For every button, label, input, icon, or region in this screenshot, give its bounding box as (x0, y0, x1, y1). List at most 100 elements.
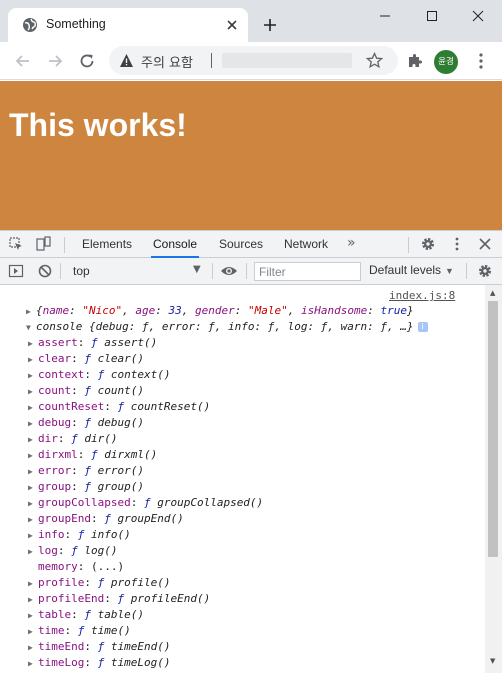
colon: : (57, 432, 72, 445)
sidebar-toggle-icon[interactable] (8, 263, 24, 279)
address-bar[interactable]: 주의 요함 (109, 46, 398, 75)
extensions-puzzle-icon[interactable] (406, 52, 424, 70)
back-arrow-icon[interactable] (14, 52, 32, 70)
live-expression-eye-icon[interactable] (220, 263, 238, 279)
console-property-row[interactable]: ▶ groupEnd: ƒ groupEnd() (28, 511, 184, 527)
filter-input[interactable] (254, 262, 361, 281)
forward-arrow-icon[interactable] (46, 52, 64, 70)
function-glyph-icon: ƒ (97, 640, 111, 653)
collapse-triangle-icon[interactable]: ▼ (26, 320, 36, 336)
property-value[interactable]: (...) (91, 560, 124, 573)
console-scrollbar[interactable]: ▲ ▼ (485, 285, 502, 673)
console-property-row[interactable]: ▶ group: ƒ group() (28, 479, 144, 495)
expand-triangle-icon[interactable]: ▶ (28, 544, 38, 560)
colon: : (84, 640, 98, 653)
expand-triangle-icon[interactable]: ▶ (28, 656, 38, 672)
warning-icon[interactable] (119, 53, 134, 68)
tab-elements[interactable]: Elements (80, 231, 134, 258)
browser-tab[interactable]: Something (8, 8, 248, 42)
maximize-icon[interactable] (420, 6, 444, 26)
url-redacted[interactable] (222, 53, 352, 68)
expand-triangle-icon[interactable]: ▶ (28, 416, 38, 432)
devtools-menu-icon[interactable] (449, 236, 465, 252)
console-property-row[interactable]: memory: (...) (28, 559, 124, 575)
console-property-row[interactable]: ▶ info: ƒ info() (28, 527, 131, 543)
tab-title: Something (46, 17, 106, 31)
close-devtools-icon[interactable] (477, 236, 493, 252)
expand-triangle-icon[interactable]: ▶ (28, 352, 38, 368)
reload-icon[interactable] (78, 52, 96, 70)
object-log-line[interactable]: ▶ {name: "Nico", age: 33, gender: "Male",… (26, 303, 414, 319)
console-property-row[interactable]: ▶ dirxml: ƒ dirxml() (28, 447, 157, 463)
colon: : (84, 576, 98, 589)
console-property-row[interactable]: ▶ table: ƒ table() (28, 607, 144, 623)
console-property-row[interactable]: ▶ error: ƒ error() (28, 463, 144, 479)
scrollbar-thumb[interactable] (488, 301, 498, 557)
profile-avatar[interactable]: 윤경 (434, 50, 458, 74)
expand-triangle-icon[interactable]: ▶ (28, 480, 38, 496)
console-settings-gear-icon[interactable] (477, 263, 493, 279)
expand-triangle-icon[interactable]: ▶ (28, 464, 38, 480)
function-glyph-icon: ƒ (84, 352, 98, 365)
expand-triangle-icon[interactable]: ▶ (28, 576, 38, 592)
expand-triangle-icon[interactable]: ▶ (28, 496, 38, 512)
property-value: count() (97, 384, 144, 397)
more-menu-icon[interactable] (478, 52, 484, 70)
settings-gear-icon[interactable] (420, 236, 436, 252)
info-icon[interactable]: i (417, 322, 428, 332)
new-tab-icon[interactable] (262, 17, 278, 33)
console-property-row[interactable]: ▶ time: ƒ time() (28, 623, 131, 639)
expand-triangle-icon[interactable]: ▶ (28, 384, 38, 400)
tab-sources[interactable]: Sources (217, 231, 265, 258)
console-property-row[interactable]: ▶ context: ƒ context() (28, 367, 170, 383)
scroll-up-arrow-icon[interactable]: ▲ (490, 289, 495, 297)
console-property-row[interactable]: ▶ groupCollapsed: ƒ groupCollapsed() (28, 495, 263, 511)
console-property-row[interactable]: ▶ countReset: ƒ countReset() (28, 399, 210, 415)
property-key: profileEnd (38, 592, 105, 605)
scroll-down-arrow-icon[interactable]: ▼ (490, 657, 495, 665)
tab-console[interactable]: Console (151, 231, 200, 258)
window-close-icon[interactable] (466, 6, 490, 26)
console-property-row[interactable]: ▶ count: ƒ count() (28, 383, 144, 399)
console-object-line[interactable]: ▼ console {debug: ƒ, error: ƒ, info: ƒ, l… (26, 319, 428, 335)
inspect-element-icon[interactable] (8, 236, 24, 252)
source-link[interactable]: index.js:8 (389, 289, 455, 302)
property-key: table (38, 608, 72, 621)
function-glyph-icon: ƒ (77, 528, 91, 541)
console-property-row[interactable]: ▶ timeLog: ƒ timeLog() (28, 655, 170, 671)
expand-triangle-icon[interactable]: ▶ (28, 624, 38, 640)
property-value: dirxml() (104, 448, 158, 461)
expand-triangle-icon[interactable]: ▶ (28, 512, 38, 528)
expand-triangle-icon[interactable]: ▶ (28, 640, 38, 656)
console-property-row[interactable]: ▶ profileEnd: ƒ profileEnd() (28, 591, 210, 607)
security-label[interactable]: 주의 요함 (141, 52, 193, 71)
colon: : (104, 400, 118, 413)
expand-triangle-icon[interactable]: ▶ (28, 400, 38, 416)
console-property-row[interactable]: ▶ dir: ƒ dir() (28, 431, 118, 447)
expand-triangle-icon[interactable]: ▶ (28, 432, 38, 448)
expand-triangle-icon[interactable]: ▶ (28, 608, 38, 624)
console-property-row[interactable]: ▶ timeEnd: ƒ timeEnd() (28, 639, 170, 655)
more-tabs-button[interactable]: » (347, 235, 356, 251)
console-property-row[interactable]: ▶ assert: ƒ assert() (28, 335, 157, 351)
console-property-row[interactable]: ▶ log: ƒ log() (28, 543, 118, 559)
device-toggle-icon[interactable] (35, 236, 51, 252)
expand-triangle-icon[interactable]: ▶ (26, 304, 36, 320)
expand-triangle-icon[interactable]: ▶ (28, 592, 38, 608)
context-selector[interactable]: top ▼ (67, 261, 207, 281)
clear-console-icon[interactable] (37, 263, 53, 279)
bookmark-star-icon[interactable] (366, 52, 383, 69)
console-output[interactable]: index.js:8 ▶ {name: "Nico", age: 33, gend… (0, 285, 485, 673)
console-property-row[interactable]: ▶ clear: ƒ clear() (28, 351, 144, 367)
console-property-row[interactable]: ▶ profile: ƒ profile() (28, 575, 170, 591)
expand-triangle-icon[interactable]: ▶ (28, 448, 38, 464)
minimize-icon[interactable] (373, 6, 397, 26)
tab-network[interactable]: Network (282, 231, 330, 258)
expand-triangle-icon[interactable]: ▶ (28, 368, 38, 384)
console-property-row[interactable]: ▶ debug: ƒ debug() (28, 415, 144, 431)
log-levels-dropdown[interactable]: Default levels ▼ (369, 263, 454, 277)
expand-triangle-icon[interactable]: ▶ (28, 528, 38, 544)
close-tab-icon[interactable] (224, 17, 240, 33)
expand-triangle-icon[interactable]: ▶ (28, 336, 38, 352)
property-key: count (38, 384, 72, 397)
